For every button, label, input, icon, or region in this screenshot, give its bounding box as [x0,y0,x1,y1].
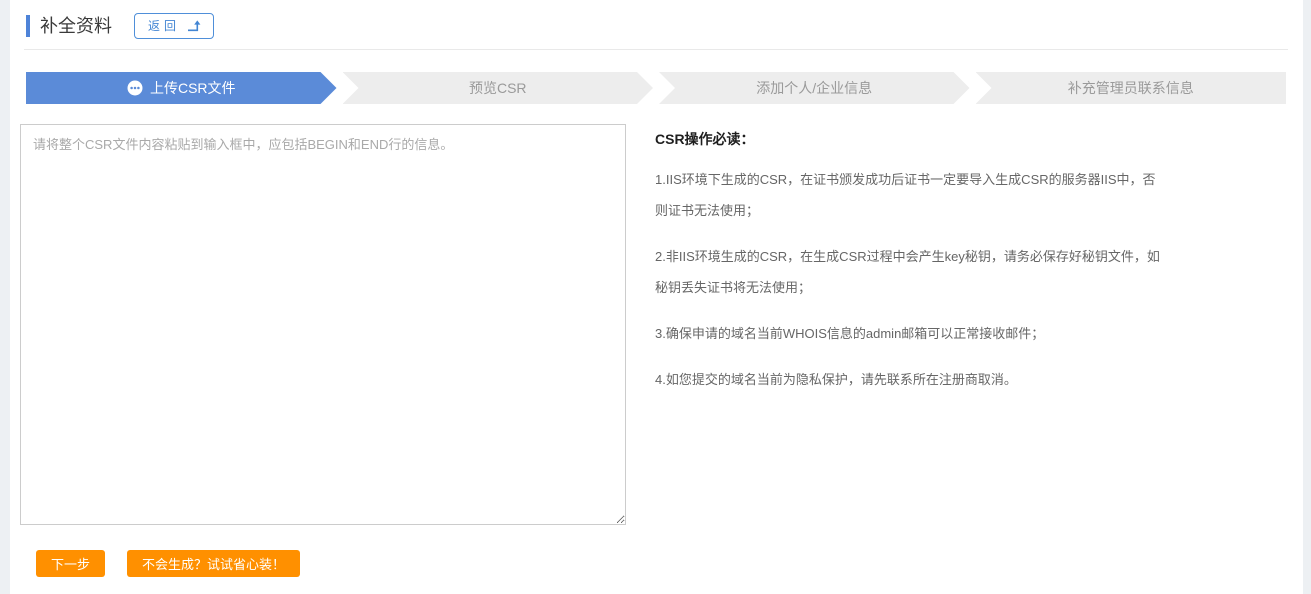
back-button[interactable]: 返回 [134,13,214,39]
next-step-button[interactable]: 下一步 [36,550,105,577]
easy-install-button[interactable]: 不会生成？试试省心装！ [127,550,300,577]
instruction-item-2: 2.非IIS环境生成的CSR，在生成CSR过程中会产生key秘钥，请务必保存好秘… [655,241,1160,303]
action-bar: 下一步 不会生成？试试省心装！ [36,550,1303,577]
instruction-item-3: 3.确保申请的域名当前WHOIS信息的admin邮箱可以正常接收邮件； [655,318,1160,349]
instruction-item-4: 4.如您提交的域名当前为隐私保护，请先联系所在注册商取消。 [655,364,1160,395]
csr-instructions: CSR操作必读： 1.IIS环境下生成的CSR，在证书颁发成功后证书一定要导入生… [655,124,1160,404]
step-label: 添加个人/企业信息 [756,78,872,98]
step-admin-contact[interactable]: 补充管理员联系信息 [976,72,1287,104]
stepper: 上传CSR文件 预览CSR 添加个人/企业信息 补充管理员联系信息 [26,72,1286,104]
page-title: 补全资料 [26,15,112,37]
back-button-label: 返回 [148,17,180,34]
page-header: 补全资料 返回 [10,14,1303,38]
instructions-heading: CSR操作必读： [655,129,1160,149]
step-label: 补充管理员联系信息 [1068,78,1194,98]
main-panel: CSR操作必读： 1.IIS环境下生成的CSR，在证书颁发成功后证书一定要导入生… [20,124,1303,525]
step-label: 上传CSR文件 [150,78,236,98]
return-arrow-icon [187,19,202,32]
step-upload-csr[interactable]: 上传CSR文件 [26,72,337,104]
step-preview-csr[interactable]: 预览CSR [343,72,654,104]
header-divider [24,49,1288,50]
step-label: 预览CSR [469,78,527,98]
step-add-info[interactable]: 添加个人/企业信息 [659,72,970,104]
ellipsis-icon [127,80,143,96]
main-content: 补全资料 返回 上传CSR文件 [10,0,1303,594]
csr-textarea[interactable] [20,124,626,525]
instruction-item-1: 1.IIS环境下生成的CSR，在证书颁发成功后证书一定要导入生成CSR的服务器I… [655,164,1160,226]
